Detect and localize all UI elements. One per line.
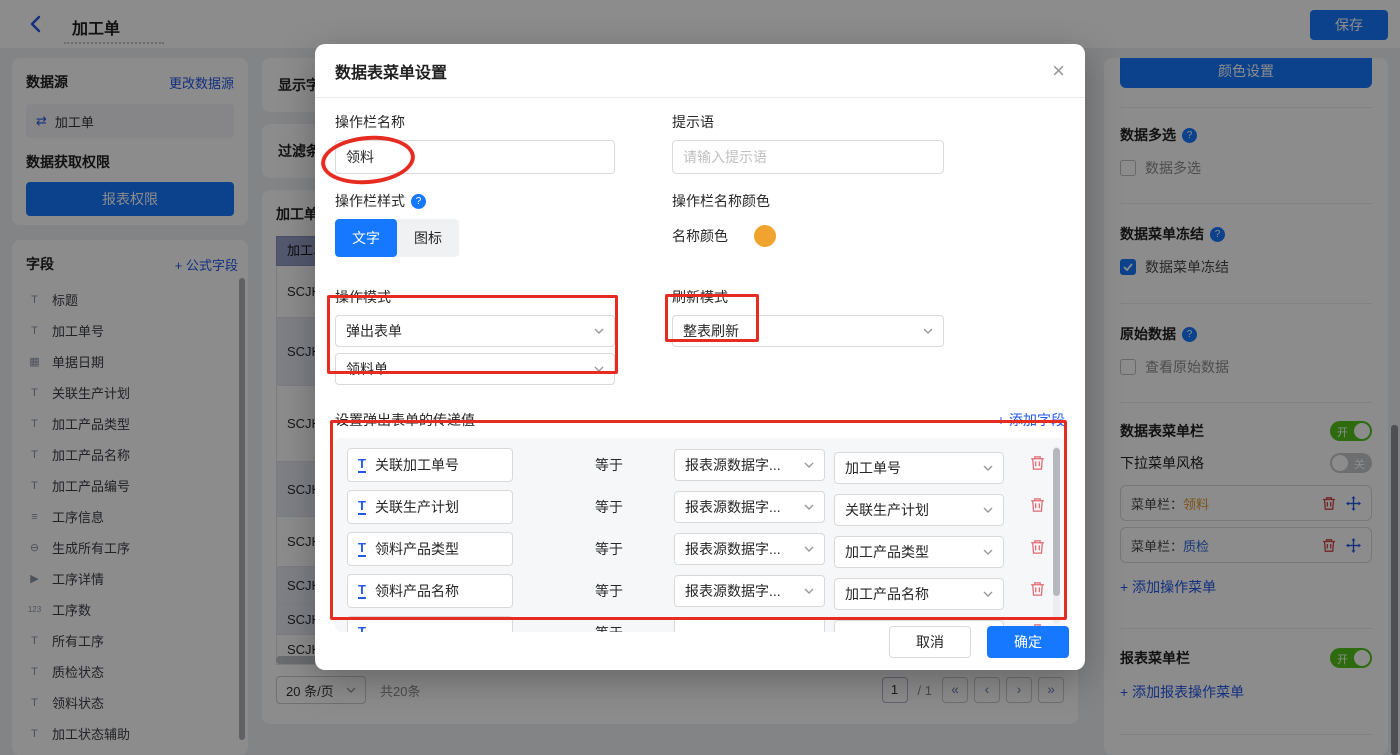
action-name-label: 操作栏名称 <box>335 114 405 130</box>
pass-values-label: 设置弹出表单的传递值 <box>335 412 475 428</box>
text-field-icon: T <box>358 456 366 473</box>
add-field-link[interactable]: + 添加字段 <box>997 410 1065 430</box>
source-field-select[interactable]: 关联生产计划 <box>834 494 1004 526</box>
source-field-select[interactable]: 加工单号 <box>834 452 1004 484</box>
text-field-icon: T <box>358 582 366 599</box>
tab-icon-style[interactable]: 图标 <box>397 219 459 257</box>
action-mode-label: 操作模式 <box>335 289 391 305</box>
dialog-title: 数据表菜单设置 <box>335 64 448 82</box>
source-type-select[interactable]: 报表源数据字... <box>674 491 825 523</box>
pass-values-list: T 关联加工单号 等于 报表源数据字... 加工单号 T 关联生产计划 等于 报表源… <box>335 438 1065 632</box>
form-field-name: 关联加工单号 <box>374 457 459 473</box>
cancel-button[interactable]: 取消 <box>889 626 971 658</box>
form-field-box[interactable]: T 领料产品名称 <box>347 574 513 608</box>
pass-list-scrollbar[interactable] <box>1053 448 1060 596</box>
action-name-color-label: 操作栏名称颜色 <box>672 193 770 209</box>
operator-label: 等于 <box>586 623 632 632</box>
color-swatch[interactable] <box>754 225 776 247</box>
chevron-down-icon <box>594 328 604 334</box>
help-icon[interactable]: ? <box>411 193 426 209</box>
action-style-label: 操作栏样式 ? <box>335 191 615 211</box>
operator-label: 等于 <box>595 583 623 599</box>
trash-icon[interactable] <box>1030 581 1045 597</box>
form-field-box[interactable]: T 领料产品类型 <box>347 532 513 566</box>
ok-button[interactable]: 确定 <box>987 626 1069 658</box>
source-type-value: 报表源数据字... <box>685 541 781 557</box>
source-field-value: 加工产品类型 <box>845 544 929 560</box>
tip-label: 提示语 <box>672 114 714 130</box>
source-type-select[interactable]: 报表源数据字... <box>674 533 825 565</box>
tab-text-style[interactable]: 文字 <box>335 219 397 257</box>
source-field-value: 加工单号 <box>845 460 901 476</box>
refresh-mode-value: 整表刷新 <box>683 323 739 339</box>
text-field-icon: T <box>358 625 366 632</box>
operator-label: 等于 <box>595 457 623 473</box>
target-form-value: 领料单 <box>346 361 388 377</box>
form-field-name: 关联生产计划 <box>374 499 459 515</box>
action-style-tabs: 文字 图标 <box>335 219 459 257</box>
refresh-mode-select[interactable]: 整表刷新 <box>672 315 944 347</box>
pass-value-row: T 领料产品名称 等于 报表源数据字... 加工产品名称 <box>347 574 1053 610</box>
action-style-label-text: 操作栏样式 <box>335 193 405 209</box>
chevron-down-icon <box>594 366 604 372</box>
refresh-mode-label: 刷新模式 <box>672 289 728 305</box>
source-type-select[interactable]: 报表源数据字... <box>674 575 825 607</box>
chevron-down-icon <box>983 465 993 471</box>
target-form-select[interactable]: 领料单 <box>335 353 615 385</box>
tip-input[interactable] <box>672 140 944 174</box>
chevron-down-icon <box>804 588 814 594</box>
form-field-box[interactable]: T 关联加工单号 <box>347 448 513 482</box>
pass-value-row: T 关联生产计划 等于 报表源数据字... 关联生产计划 <box>347 490 1053 526</box>
source-field-select[interactable]: 加工产品名称 <box>834 578 1004 610</box>
form-field-box[interactable]: T <box>347 616 513 632</box>
chevron-down-icon <box>804 462 814 468</box>
table-menu-settings-dialog: 数据表菜单设置 × 操作栏名称 提示语 操作栏样式 ? <box>315 44 1085 670</box>
chevron-down-icon <box>983 591 993 597</box>
chevron-down-icon <box>983 507 993 513</box>
source-type-value: 报表源数据字... <box>685 583 781 599</box>
trash-icon[interactable] <box>1030 455 1045 471</box>
pass-value-row: T 领料产品类型 等于 报表源数据字... 加工产品类型 <box>347 532 1053 568</box>
action-mode-select[interactable]: 弹出表单 <box>335 315 615 347</box>
source-field-value: 加工产品名称 <box>845 586 929 602</box>
text-field-icon: T <box>358 498 366 515</box>
source-type-select[interactable]: 报表源数据字... <box>674 449 825 481</box>
form-field-name: 领料产品类型 <box>374 541 459 557</box>
app-root: 加工单 保存 数据源 更改数据源 ⇄ 加工单 数据获取权限 报表权限 字段 + … <box>0 0 1400 755</box>
source-type-value: 报表源数据字... <box>685 499 781 515</box>
source-type-value: 报表源数据字... <box>685 457 781 473</box>
action-name-input[interactable] <box>335 140 615 174</box>
source-type-select[interactable] <box>674 617 825 632</box>
form-field-box[interactable]: T 关联生产计划 <box>347 490 513 524</box>
close-icon[interactable]: × <box>1052 59 1065 82</box>
form-field-name: 领料产品名称 <box>374 583 459 599</box>
operator-label: 等于 <box>595 541 623 557</box>
pass-value-row: T 关联加工单号 等于 报表源数据字... 加工单号 <box>347 448 1053 484</box>
name-color-label: 名称颜色 <box>672 228 728 244</box>
action-mode-value: 弹出表单 <box>346 323 402 339</box>
chevron-down-icon <box>804 504 814 510</box>
trash-icon[interactable] <box>1030 539 1045 555</box>
chevron-down-icon <box>804 546 814 552</box>
source-field-value: 关联生产计划 <box>845 502 929 518</box>
chevron-down-icon <box>983 549 993 555</box>
text-field-icon: T <box>358 540 366 557</box>
source-field-select[interactable]: 加工产品类型 <box>834 536 1004 568</box>
trash-icon[interactable] <box>1030 497 1045 513</box>
chevron-down-icon <box>923 328 933 334</box>
operator-label: 等于 <box>595 499 623 515</box>
